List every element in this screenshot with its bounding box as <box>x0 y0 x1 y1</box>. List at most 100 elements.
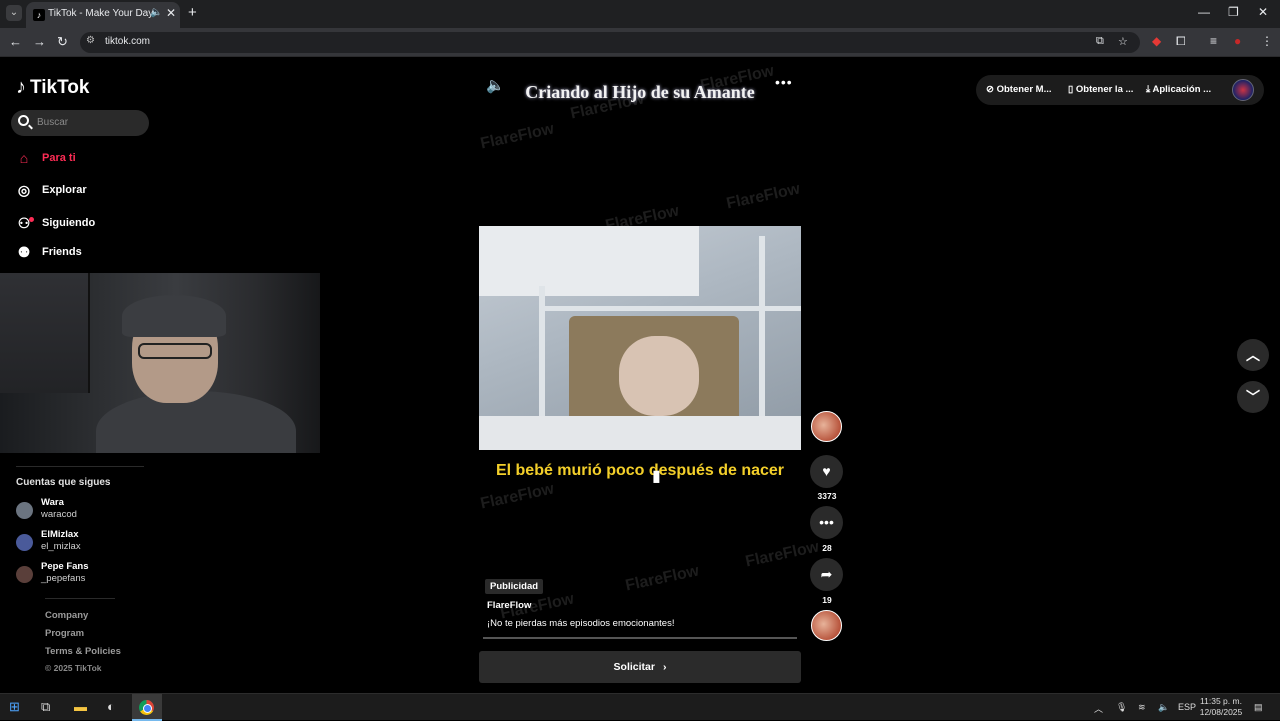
account-username: _pepefans <box>41 573 86 584</box>
download-app-button[interactable]: ⤓ Aplicación ... <box>1146 84 1211 95</box>
ad-account-name[interactable]: FlareFlow <box>487 600 531 611</box>
new-tab-icon[interactable]: + <box>188 4 197 21</box>
task-view-icon[interactable]: ⧉ <box>41 699 50 715</box>
more-options-icon[interactable]: ••• <box>775 74 793 90</box>
reload-icon[interactable]: ↻ <box>57 34 68 50</box>
profile-avatar-icon[interactable]: ● <box>1234 34 1241 48</box>
nav-label: Siguiendo <box>42 217 96 229</box>
video-title: Criando al Hijo de su Amante <box>525 82 755 102</box>
url-text: tiktok.com <box>105 36 151 47</box>
tiktok-logo[interactable]: ♪ TikTok <box>16 76 89 99</box>
watermark: FlareFlow <box>478 120 556 153</box>
window-close-icon[interactable]: ✕ <box>1258 5 1268 19</box>
home-icon: ⌂ <box>19 150 29 166</box>
music-disc-avatar[interactable] <box>811 610 842 641</box>
topbar-label: Obtener la ... <box>1075 84 1134 95</box>
like-icon[interactable]: ♥ <box>810 455 843 488</box>
divider <box>45 598 115 599</box>
like-count: 3373 <box>817 491 837 501</box>
user-avatar[interactable] <box>1232 79 1254 101</box>
solicitar-button[interactable]: Solicitar › <box>479 651 801 683</box>
avatar <box>16 502 33 519</box>
watermark: FlareFlow <box>623 562 701 595</box>
install-app-icon[interactable]: ⧉ <box>1096 35 1104 48</box>
chrome-icon[interactable] <box>139 700 154 715</box>
following-section-title: Cuentas que sigues <box>16 477 111 488</box>
browser-tab-bar: ⌄ ♪ TikTok - Make Your Day 🔈 ✕ + — ❐ ✕ <box>0 0 1280 28</box>
footer-link-terms[interactable]: Terms & Policies <box>45 646 121 657</box>
speaker-icon[interactable]: 🔈 <box>1158 702 1169 713</box>
nav-label: Explorar <box>42 184 87 196</box>
restore-icon[interactable]: ❐ <box>1228 5 1239 19</box>
system-clock[interactable]: 11:35 p. m. 12/08/2025 <box>1196 696 1246 718</box>
friends-icon: ⚉ <box>17 243 31 260</box>
share-count: 19 <box>822 595 832 605</box>
forward-icon[interactable]: → <box>33 34 46 49</box>
windows-taskbar: ⊞ ⧉ ▬ ◐ ︿ 🎙 ≋ 🔈 ESP 11:35 p. m. 12/08/20… <box>0 693 1280 721</box>
creator-avatar[interactable] <box>811 411 842 442</box>
mouse-cursor-icon: ▮ <box>652 468 661 485</box>
back-icon[interactable]: ← <box>9 34 22 49</box>
nav-friends[interactable]: ⚉ Friends <box>16 241 82 263</box>
tab-audio-icon[interactable]: 🔈 <box>150 7 162 18</box>
extensions-puzzle-icon[interactable]: ⧠ <box>1176 34 1186 49</box>
video-progress-bar[interactable] <box>483 637 797 639</box>
tray-chevron-up-icon[interactable]: ︿ <box>1094 702 1103 715</box>
notification-icon[interactable]: ▤ <box>1254 702 1263 713</box>
chevron-up-icon[interactable]: ︿ <box>1237 339 1269 371</box>
bookmark-star-icon[interactable]: ☆ <box>1118 35 1128 48</box>
solicitar-label: Solicitar <box>613 661 655 673</box>
topbar-label: Obtener M... <box>996 84 1052 95</box>
account-username: waracod <box>41 509 77 520</box>
share-icon[interactable]: ➦ <box>810 558 843 591</box>
clock-date: 12/08/2025 <box>1199 707 1243 717</box>
divider <box>16 466 144 467</box>
footer-link-company[interactable]: Company <box>45 610 88 621</box>
extension-icon[interactable]: ◆ <box>1152 34 1161 48</box>
address-bar: ← → ↻ ⚙ tiktok.com ⧉ ☆ ◆ ⧠ ≡ ● ⋮ <box>0 28 1280 57</box>
menu-kebab-icon[interactable]: ⋮ <box>1261 34 1273 48</box>
video-caption: El bebé murió poco después de nacer <box>495 462 785 479</box>
search-icon <box>18 115 29 126</box>
browser-tab[interactable]: ♪ TikTok - Make Your Day 🔈 ✕ <box>26 2 180 28</box>
watermark: FlareFlow <box>724 180 802 213</box>
microphone-icon[interactable]: 🎙 <box>1116 702 1127 713</box>
tab-close-icon[interactable]: ✕ <box>166 6 176 20</box>
nav-for-you[interactable]: ⌂ Para ti <box>16 147 76 169</box>
url-input[interactable]: ⚙ tiktok.com ⧉ ☆ <box>80 32 1140 53</box>
site-info-icon[interactable]: ⚙ <box>86 35 95 46</box>
language-indicator[interactable]: ESP <box>1178 702 1196 712</box>
video-player[interactable] <box>479 226 801 450</box>
tiktok-page: FlareFlow FlareFlow FlareFlow FlareFlow … <box>0 58 1280 693</box>
get-coins-button[interactable]: ⊘ Obtener M... <box>986 84 1052 95</box>
nav-explore[interactable]: ◎ Explorar <box>16 179 87 201</box>
media-control-icon[interactable]: ≡ <box>1210 34 1217 48</box>
comment-count: 28 <box>822 543 832 553</box>
app-icon[interactable]: ◐ <box>107 699 115 714</box>
watermark: FlareFlow <box>478 480 556 513</box>
video-scene-baby <box>619 336 699 416</box>
account-username: el_mizlax <box>41 541 81 552</box>
tab-title: TikTok - Make Your Day <box>48 8 154 19</box>
following-icon: ⚇ <box>16 215 34 232</box>
nav-following[interactable]: ⚇ Siguiendo <box>16 212 95 234</box>
get-app-button[interactable]: ▯ Obtener la ... <box>1068 84 1133 95</box>
search-placeholder: Buscar <box>37 117 69 128</box>
top-action-bar: ⊘ Obtener M... ▯ Obtener la ... ⤓ Aplica… <box>976 75 1264 105</box>
avatar <box>16 566 33 583</box>
account-name: ElMizlax <box>41 529 79 540</box>
notification-dot <box>29 216 34 222</box>
webcam-person-glasses <box>138 343 212 359</box>
search-input[interactable]: Buscar <box>11 110 149 136</box>
tab-search-icon[interactable]: ⌄ <box>6 5 22 21</box>
comment-icon[interactable]: ••• <box>810 506 843 539</box>
footer-link-program[interactable]: Program <box>45 628 84 639</box>
minimize-icon[interactable]: — <box>1198 5 1210 19</box>
chevron-down-icon[interactable]: ﹀ <box>1237 381 1269 413</box>
network-icon[interactable]: ≋ <box>1138 702 1146 713</box>
copyright: © 2025 TikTok <box>45 663 102 673</box>
account-name: Pepe Fans <box>41 561 89 572</box>
file-explorer-icon[interactable]: ▬ <box>74 699 87 714</box>
topbar-label: Aplicación ... <box>1152 84 1212 95</box>
windows-start-icon[interactable]: ⊞ <box>9 699 20 715</box>
